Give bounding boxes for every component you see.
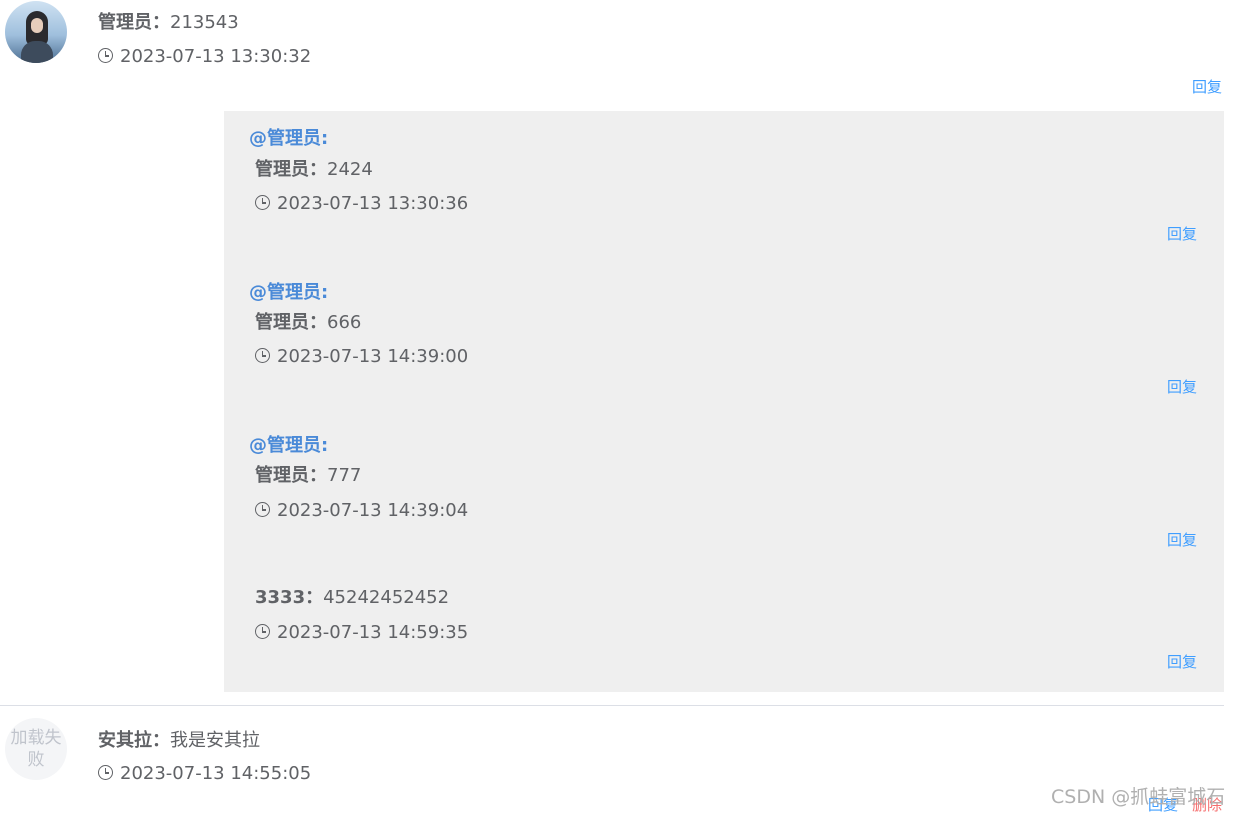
comment-time-text: 2023-07-13 13:30:32 bbox=[120, 46, 312, 67]
reply-author: 管理员： bbox=[255, 312, 327, 333]
at-mention[interactable]: @管理员: bbox=[249, 281, 328, 305]
reply-author: 管理员： bbox=[255, 465, 327, 486]
reply-button[interactable]: 回复 bbox=[1167, 224, 1197, 244]
reply-content: 666 bbox=[327, 312, 362, 333]
reply-time-text: 2023-07-13 14:39:04 bbox=[277, 500, 469, 521]
user-avatar bbox=[5, 1, 67, 63]
comment-time: 2023-07-13 14:55:05 bbox=[98, 762, 311, 786]
comment-divider bbox=[0, 705, 1224, 706]
comment-line: 安其拉：我是安其拉 bbox=[98, 729, 260, 753]
reply-author: 3333： bbox=[255, 587, 324, 608]
reply-time: 2023-07-13 13:30:36 bbox=[255, 192, 468, 216]
reply-line: 管理员：666 bbox=[255, 311, 361, 335]
clock-icon bbox=[255, 502, 270, 517]
comment-time: 2023-07-13 13:30:32 bbox=[98, 45, 311, 69]
reply-line: 管理员：2424 bbox=[255, 158, 373, 182]
reply-content: 777 bbox=[327, 465, 362, 486]
comment-content: 我是安其拉 bbox=[170, 730, 260, 751]
avatar-load-failed: 加载失败 bbox=[5, 718, 67, 780]
comment-author: 安其拉： bbox=[98, 730, 170, 751]
reply-button[interactable]: 回复 bbox=[1167, 652, 1197, 672]
avatar-fallback-text: 加载失败 bbox=[10, 728, 62, 770]
csdn-watermark: CSDN @抓蛙富城石 bbox=[1051, 786, 1226, 808]
reply-line: 3333：45242452452 bbox=[255, 586, 449, 610]
reply-line: 管理员：777 bbox=[255, 464, 361, 488]
reply-time-text: 2023-07-13 14:59:35 bbox=[277, 622, 469, 643]
reply-author: 管理员： bbox=[255, 159, 327, 180]
comment-time-text: 2023-07-13 14:55:05 bbox=[120, 763, 312, 784]
reply-time: 2023-07-13 14:39:00 bbox=[255, 345, 468, 369]
comment-author: 管理员： bbox=[98, 12, 170, 33]
reply-button[interactable]: 回复 bbox=[1167, 530, 1197, 550]
comment-content: 213543 bbox=[170, 12, 239, 33]
reply-time-text: 2023-07-13 13:30:36 bbox=[277, 193, 469, 214]
reply-time: 2023-07-13 14:59:35 bbox=[255, 621, 468, 645]
reply-button[interactable]: 回复 bbox=[1167, 377, 1197, 397]
reply-content: 2424 bbox=[327, 159, 373, 180]
clock-icon bbox=[98, 765, 113, 780]
clock-icon bbox=[255, 624, 270, 639]
at-mention[interactable]: @管理员: bbox=[249, 127, 328, 151]
reply-content: 45242452452 bbox=[323, 587, 450, 608]
comment-line: 管理员：213543 bbox=[98, 11, 239, 35]
clock-icon bbox=[255, 348, 270, 363]
clock-icon bbox=[98, 48, 113, 63]
reply-time-text: 2023-07-13 14:39:00 bbox=[277, 346, 469, 367]
reply-button[interactable]: 回复 bbox=[1192, 77, 1222, 97]
reply-time: 2023-07-13 14:39:04 bbox=[255, 499, 468, 523]
at-mention[interactable]: @管理员: bbox=[249, 434, 328, 458]
clock-icon bbox=[255, 195, 270, 210]
